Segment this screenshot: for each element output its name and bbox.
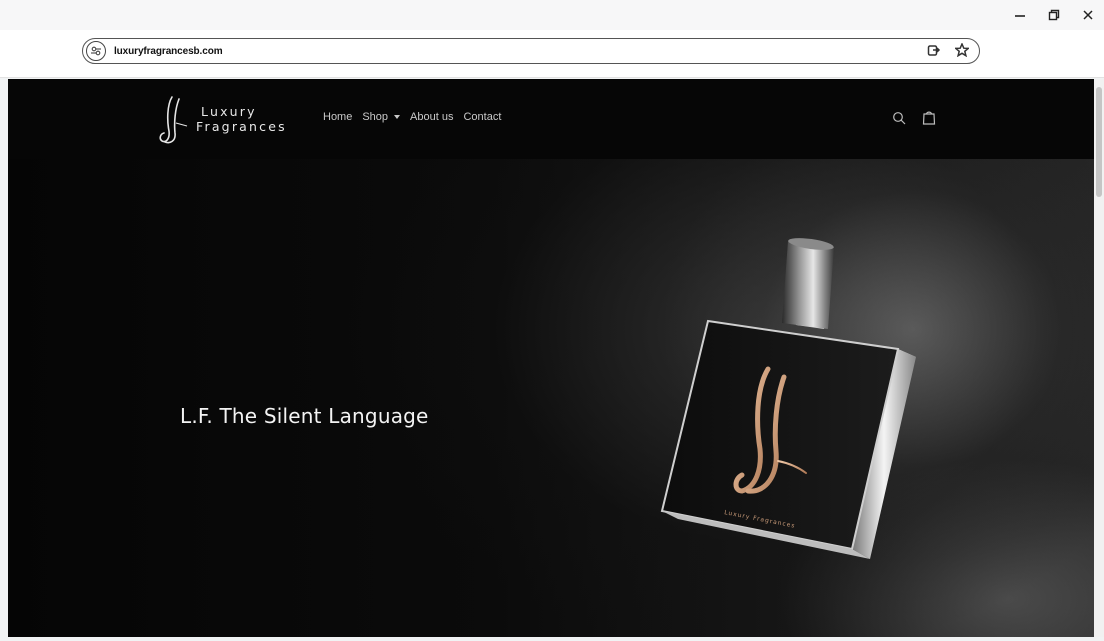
logo-line-luxury: Luxury bbox=[201, 104, 257, 119]
site-header: Luxury Fragrances Home Shop About us Con… bbox=[8, 79, 1094, 159]
browser-title-bar bbox=[0, 0, 1104, 30]
main-nav: Home Shop About us Contact bbox=[323, 111, 501, 123]
page-scrollbar[interactable] bbox=[1094, 79, 1104, 637]
hero-title: L.F. The Silent Language bbox=[180, 404, 429, 428]
bookmark-button[interactable] bbox=[953, 41, 971, 59]
search-icon bbox=[893, 112, 906, 125]
nav-contact[interactable]: Contact bbox=[463, 111, 501, 123]
share-button[interactable] bbox=[925, 41, 943, 59]
chevron-down-icon bbox=[394, 115, 401, 119]
scrollbar-thumb[interactable] bbox=[1096, 87, 1102, 197]
cart-icon bbox=[922, 111, 936, 125]
minimize-icon bbox=[1015, 15, 1025, 17]
nav-shop-label: Shop bbox=[362, 111, 389, 123]
address-bar[interactable]: luxuryfragrancesb.com bbox=[82, 38, 980, 64]
restore-button[interactable] bbox=[1046, 4, 1062, 26]
nav-home[interactable]: Home bbox=[323, 111, 352, 123]
logo-text: Luxury Fragrances bbox=[196, 104, 287, 134]
close-button[interactable] bbox=[1080, 4, 1096, 26]
browser-toolbar: luxuryfragrancesb.com bbox=[0, 30, 1104, 78]
minimize-button[interactable] bbox=[1012, 4, 1028, 26]
header-icons bbox=[890, 109, 938, 127]
page-viewport: L.F. The Silent Language Luxury Fragranc… bbox=[8, 79, 1094, 637]
window-controls bbox=[1012, 4, 1096, 26]
cart-button[interactable] bbox=[920, 109, 938, 127]
nav-about-us[interactable]: About us bbox=[410, 111, 453, 123]
perfume-bottle-image: Luxury Fragrances bbox=[660, 238, 916, 559]
site-info-button[interactable] bbox=[86, 41, 106, 61]
logo-line-fragrances: Fragrances bbox=[196, 119, 287, 134]
site-settings-icon bbox=[91, 46, 101, 56]
share-icon bbox=[927, 45, 941, 56]
nav-shop[interactable]: Shop bbox=[362, 111, 401, 123]
search-button[interactable] bbox=[890, 109, 908, 127]
lf-monogram-icon bbox=[159, 96, 188, 144]
hero-banner: L.F. The Silent Language Luxury Fragranc… bbox=[8, 79, 1094, 637]
url-text[interactable]: luxuryfragrancesb.com bbox=[114, 46, 223, 57]
restore-icon bbox=[1048, 9, 1060, 21]
site-logo[interactable]: Luxury Fragrances bbox=[158, 93, 287, 145]
close-icon bbox=[1083, 10, 1093, 20]
star-icon bbox=[955, 43, 969, 57]
